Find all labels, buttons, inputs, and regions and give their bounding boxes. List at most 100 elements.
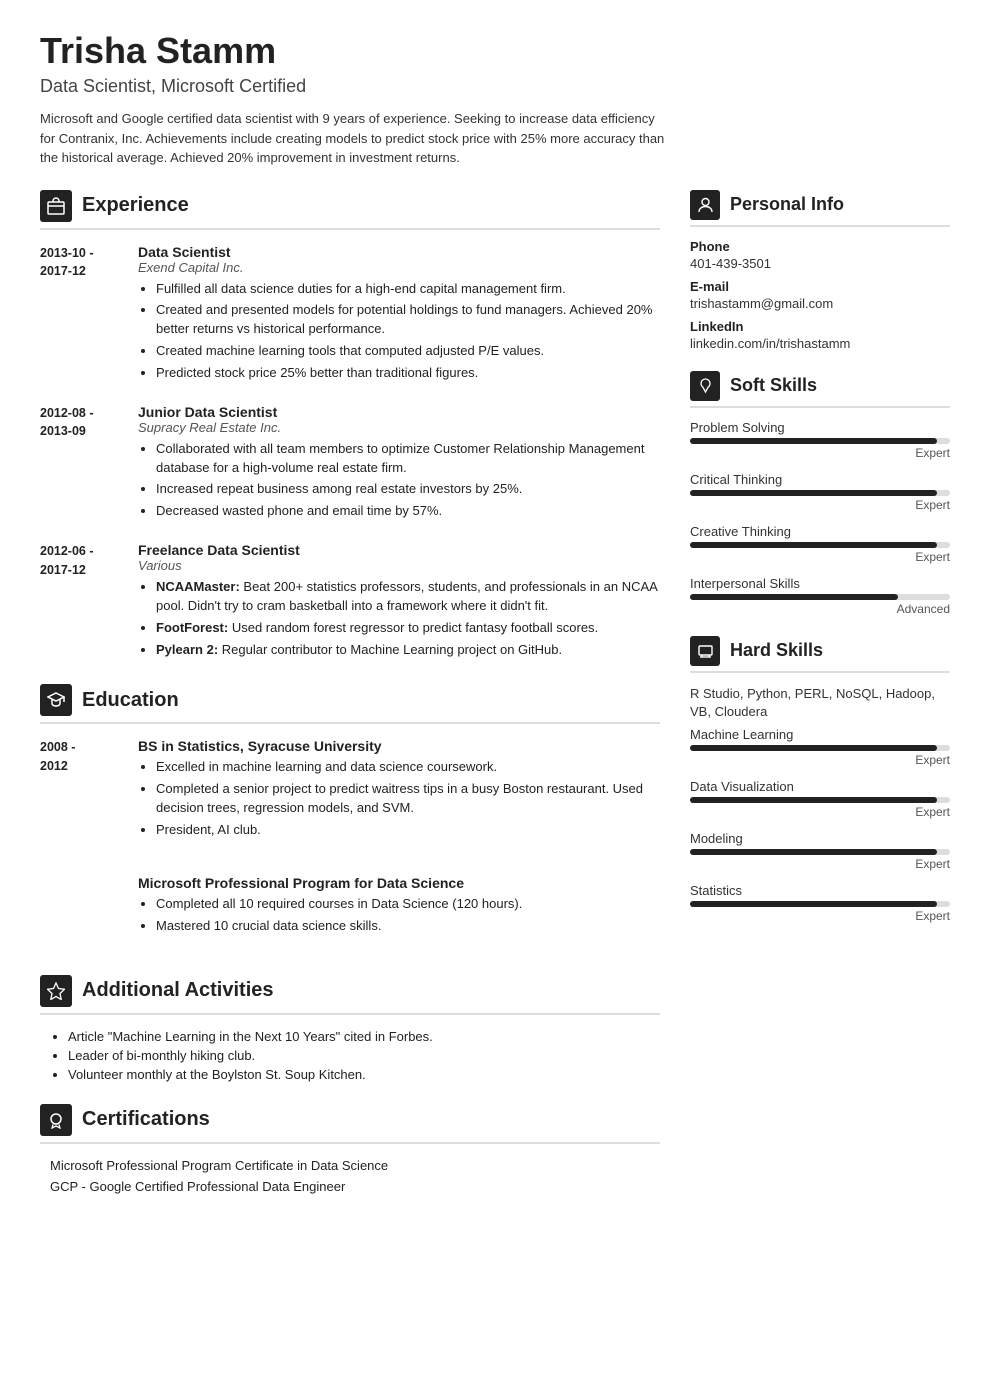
main-layout: Experience 2013-10 -2017-12Data Scientis…	[40, 190, 950, 1216]
activities-list: Article "Machine Learning in the Next 10…	[40, 1029, 660, 1082]
hard-skills-icon	[690, 636, 720, 666]
edu-title: Microsoft Professional Program for Data …	[138, 875, 660, 891]
certification-item: Microsoft Professional Program Certifica…	[40, 1158, 660, 1173]
exp-bullet: Fulfilled all data science duties for a …	[156, 280, 660, 299]
skill-row: Modeling Expert	[690, 831, 950, 871]
skill-bar-bg	[690, 849, 950, 855]
skill-name: Problem Solving	[690, 420, 950, 435]
experience-item: 2012-06 -2017-12Freelance Data Scientist…	[40, 542, 660, 662]
exp-company: Supracy Real Estate Inc.	[138, 420, 660, 435]
skill-bar-fill	[690, 797, 937, 803]
activities-icon	[40, 975, 72, 1007]
skill-row: Creative ThinkingExpert	[690, 524, 950, 564]
soft-skills-label: Soft Skills	[730, 375, 817, 396]
skill-bar-fill	[690, 901, 937, 907]
skill-name: Machine Learning	[690, 727, 950, 742]
exp-bullet: Created and presented models for potenti…	[156, 301, 660, 339]
skill-bar-bg	[690, 438, 950, 444]
skill-level: Expert	[690, 753, 950, 767]
hard-skills-section: Hard Skills R Studio, Python, PERL, NoSQ…	[690, 636, 950, 923]
personal-info-header: Personal Info	[690, 190, 950, 227]
exp-bullet: Pylearn 2: Regular contributor to Machin…	[156, 641, 660, 660]
edu-bullet: President, AI club.	[156, 821, 660, 840]
exp-company: Exend Capital Inc.	[138, 260, 660, 275]
exp-bullet: Created machine learning tools that comp…	[156, 342, 660, 361]
skill-bar-fill	[690, 490, 937, 496]
info-value: 401-439-3501	[690, 256, 950, 271]
soft-skills-section: Soft Skills Problem SolvingExpertCritica…	[690, 371, 950, 616]
skill-bar-fill	[690, 849, 937, 855]
certifications-header: Certifications	[40, 1104, 660, 1144]
exp-bullet: FootForest: Used random forest regressor…	[156, 619, 660, 638]
skill-bar-bg	[690, 797, 950, 803]
skill-name: Statistics	[690, 883, 950, 898]
certifications-list: Microsoft Professional Program Certifica…	[40, 1158, 660, 1194]
edu-content: Microsoft Professional Program for Data …	[138, 875, 660, 939]
skill-bar-fill	[690, 594, 898, 600]
edu-bullets: Completed all 10 required courses in Dat…	[138, 895, 660, 936]
skill-row: Machine Learning Expert	[690, 727, 950, 767]
certifications-section: Certifications Microsoft Professional Pr…	[40, 1104, 660, 1194]
experience-section: Experience 2013-10 -2017-12Data Scientis…	[40, 190, 660, 663]
education-header: Education	[40, 684, 660, 724]
candidate-title: Data Scientist, Microsoft Certified	[40, 76, 950, 97]
experience-icon	[40, 190, 72, 222]
info-label: Phone	[690, 239, 950, 254]
edu-title: BS in Statistics, Syracuse University	[138, 738, 660, 754]
skill-bar-bg	[690, 542, 950, 548]
skill-bar-bg	[690, 745, 950, 751]
experience-header: Experience	[40, 190, 660, 230]
skill-bar-fill	[690, 438, 937, 444]
certifications-icon	[40, 1104, 72, 1136]
exp-bullets: NCAAMaster: Beat 200+ statistics profess…	[138, 578, 660, 659]
experience-item: 2013-10 -2017-12Data ScientistExend Capi…	[40, 244, 660, 386]
edu-bullets: Excelled in machine learning and data sc…	[138, 758, 660, 839]
exp-bullet: Decreased wasted phone and email time by…	[156, 502, 660, 521]
info-value: trishastamm@gmail.com	[690, 296, 950, 311]
skill-level: Expert	[690, 857, 950, 871]
exp-company: Various	[138, 558, 660, 573]
edu-bullet: Completed all 10 required courses in Dat…	[156, 895, 660, 914]
exp-bullet: Increased repeat business among real est…	[156, 480, 660, 499]
soft-skills-list: Problem SolvingExpertCritical ThinkingEx…	[690, 420, 950, 616]
hard-skills-label: Hard Skills	[730, 640, 823, 661]
exp-bullet: Predicted stock price 25% better than tr…	[156, 364, 660, 383]
education-icon	[40, 684, 72, 716]
skill-bar-fill	[690, 542, 937, 548]
exp-bullets: Fulfilled all data science duties for a …	[138, 280, 660, 383]
edu-bullet: Excelled in machine learning and data sc…	[156, 758, 660, 777]
activities-header: Additional Activities	[40, 975, 660, 1015]
candidate-summary: Microsoft and Google certified data scie…	[40, 109, 670, 168]
certification-item: GCP - Google Certified Professional Data…	[40, 1179, 660, 1194]
skill-level: Advanced	[690, 602, 950, 616]
skill-name: Modeling	[690, 831, 950, 846]
education-section: Education 2008 -2012BS in Statistics, Sy…	[40, 684, 660, 952]
activity-bullet: Volunteer monthly at the Boylston St. So…	[68, 1067, 660, 1082]
right-column: Personal Info Phone 401-439-3501 E-mail tri…	[690, 190, 950, 1216]
exp-date: 2012-06 -2017-12	[40, 542, 120, 662]
soft-skills-icon	[690, 371, 720, 401]
skill-bar-bg	[690, 490, 950, 496]
education-item: Microsoft Professional Program for Data …	[40, 875, 660, 953]
exp-date: 2013-10 -2017-12	[40, 244, 120, 386]
education-item: 2008 -2012BS in Statistics, Syracuse Uni…	[40, 738, 660, 856]
activity-bullet: Leader of bi-monthly hiking club.	[68, 1048, 660, 1063]
certifications-label: Certifications	[82, 1108, 210, 1131]
experience-label: Experience	[82, 194, 189, 217]
personal-info-section: Personal Info Phone 401-439-3501 E-mail tri…	[690, 190, 950, 351]
skill-row: Data VisualizationExpert	[690, 779, 950, 819]
exp-bullet: NCAAMaster: Beat 200+ statistics profess…	[156, 578, 660, 616]
skill-name: Data Visualization	[690, 779, 950, 794]
activities-label: Additional Activities	[82, 979, 274, 1002]
info-value: linkedin.com/in/trishastamm	[690, 336, 950, 351]
exp-content: Data ScientistExend Capital Inc.Fulfille…	[138, 244, 660, 386]
info-label: E-mail	[690, 279, 950, 294]
exp-date: 2012-08 -2013-09	[40, 404, 120, 524]
skill-level: Expert	[690, 909, 950, 923]
exp-content: Junior Data ScientistSupracy Real Estate…	[138, 404, 660, 524]
exp-content: Freelance Data ScientistVariousNCAAMaste…	[138, 542, 660, 662]
exp-bullet: Collaborated with all team members to op…	[156, 440, 660, 478]
activity-bullet: Article "Machine Learning in the Next 10…	[68, 1029, 660, 1044]
edu-bullet: Mastered 10 crucial data science skills.	[156, 917, 660, 936]
skill-bar-bg	[690, 901, 950, 907]
